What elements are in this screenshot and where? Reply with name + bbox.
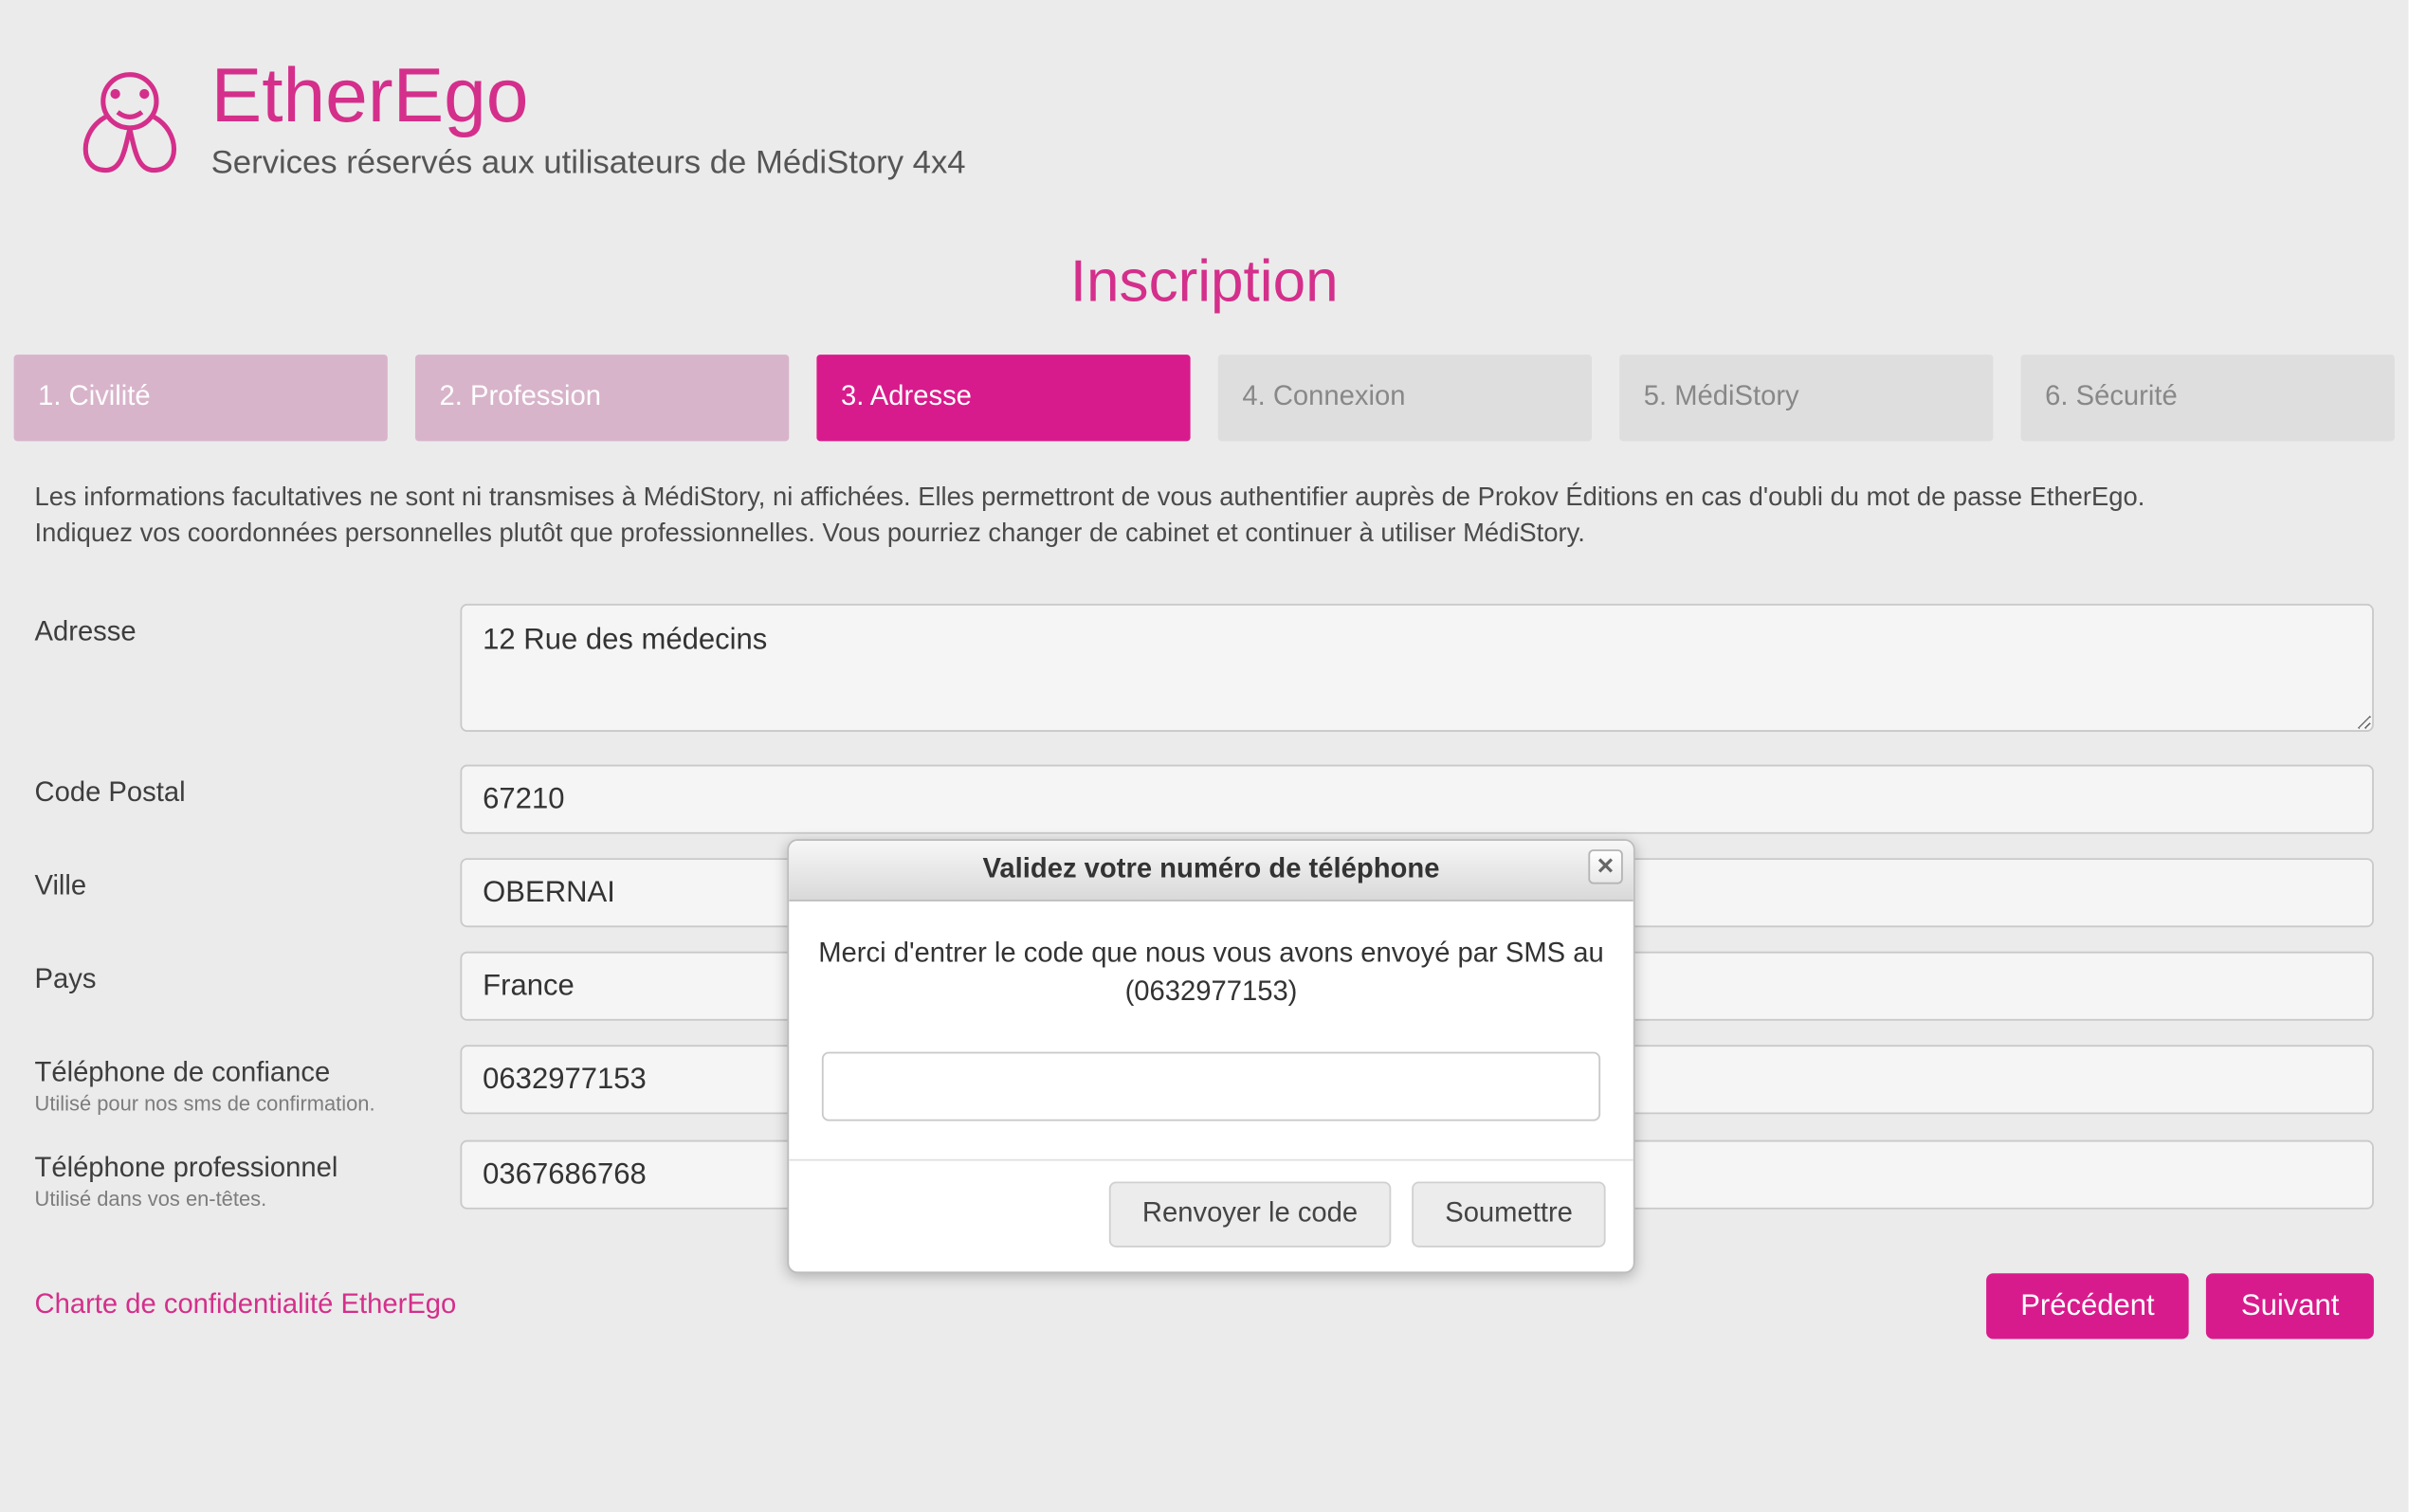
- intro-line-1: Les informations facultatives ne sont ni…: [35, 480, 2374, 516]
- phone-verification-modal: Validez votre numéro de téléphone ✕ Merc…: [787, 839, 1634, 1273]
- step-medistory[interactable]: 5. MédiStory: [1619, 355, 1993, 441]
- submit-code-button[interactable]: Soumettre: [1413, 1181, 1606, 1247]
- step-adresse[interactable]: 3. Adresse: [816, 355, 1190, 441]
- page-title: Inscription: [0, 249, 2408, 317]
- address-input[interactable]: [460, 604, 2373, 732]
- verification-code-input[interactable]: [822, 1051, 1600, 1120]
- step-profession[interactable]: 2. Profession: [415, 355, 789, 441]
- step-connexion[interactable]: 4. Connexion: [1218, 355, 1592, 441]
- sub-phone-trust: Utilisé pour nos sms de confirmation.: [35, 1092, 461, 1117]
- label-address: Adresse: [35, 618, 461, 649]
- next-button[interactable]: Suivant: [2206, 1273, 2373, 1339]
- stepper: 1. Civilité 2. Profession 3. Adresse 4. …: [0, 355, 2408, 441]
- intro-line-2: Indiquez vos coordonnées personnelles pl…: [35, 516, 2374, 552]
- header: EtherEgo Services réservés aux utilisate…: [0, 0, 2408, 201]
- label-country: Pays: [35, 965, 461, 996]
- prev-button[interactable]: Précédent: [1986, 1273, 2189, 1339]
- logo-icon: [69, 59, 191, 180]
- brand-title: EtherEgo: [211, 59, 966, 135]
- postal-input[interactable]: [460, 765, 2373, 834]
- page: EtherEgo Services réservés aux utilisate…: [0, 0, 2408, 1512]
- close-icon[interactable]: ✕: [1588, 849, 1623, 884]
- step-civilite[interactable]: 1. Civilité: [14, 355, 388, 441]
- label-phone-trust: Téléphone de confiance: [35, 1059, 461, 1090]
- sub-phone-pro: Utilisé dans vos en-têtes.: [35, 1187, 461, 1211]
- viewport[interactable]: EtherEgo Services réservés aux utilisate…: [0, 0, 2427, 1512]
- intro-text: Les informations facultatives ne sont ni…: [0, 441, 2408, 569]
- brand-subtitle: Services réservés aux utilisateurs de Mé…: [211, 145, 966, 183]
- privacy-link[interactable]: Charte de confidentialité EtherEgo: [35, 1290, 457, 1321]
- modal-message: Merci d'entrer le code que nous vous avo…: [816, 936, 1605, 1013]
- label-postal: Code Postal: [35, 778, 461, 810]
- modal-title: Validez votre numéro de téléphone ✕: [789, 841, 1633, 902]
- step-securite[interactable]: 6. Sécurité: [2021, 355, 2395, 441]
- resend-code-button[interactable]: Renvoyer le code: [1109, 1181, 1391, 1247]
- label-phone-pro: Téléphone professionnel: [35, 1154, 461, 1185]
- label-city: Ville: [35, 872, 461, 903]
